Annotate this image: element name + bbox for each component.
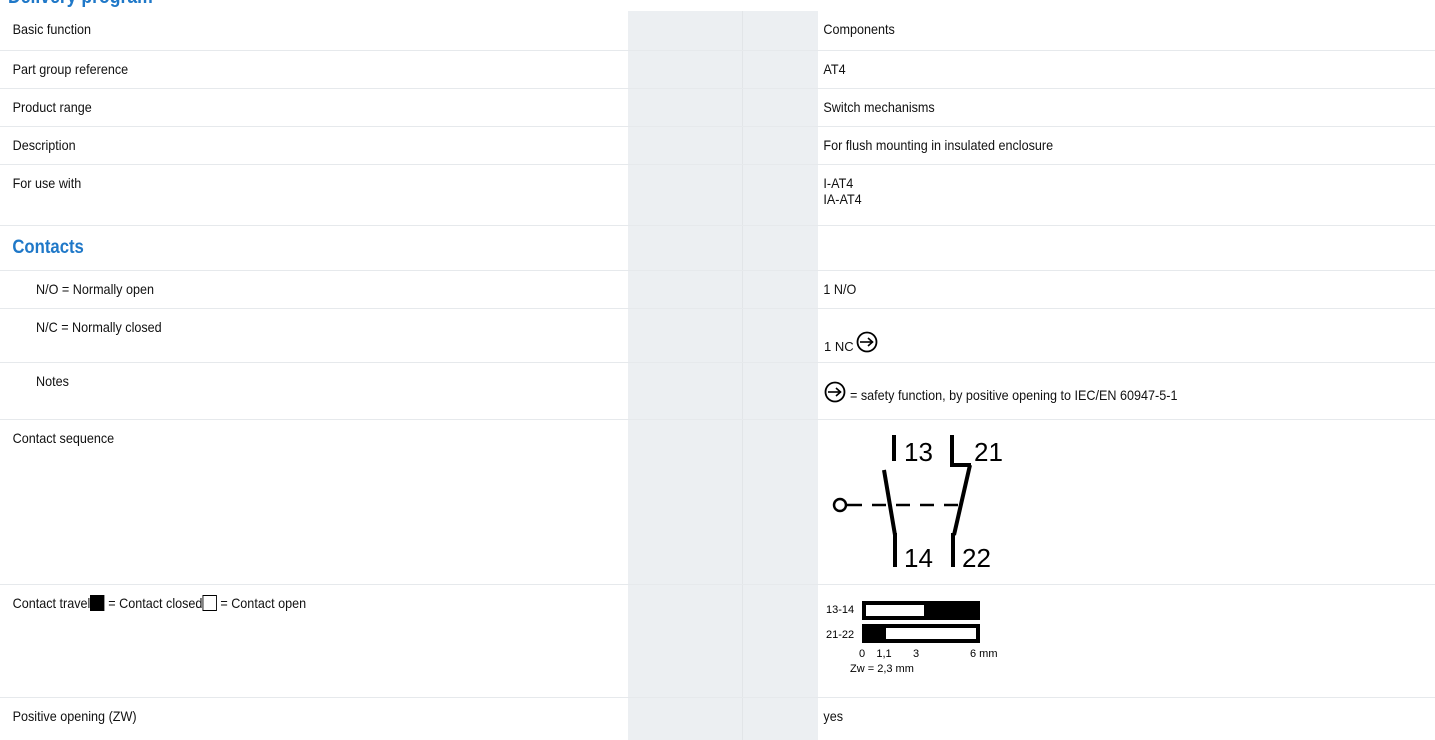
row-label-normally-closed: N/C = Normally closed: [36, 318, 162, 335]
travel-row-21-22: 21-22: [826, 629, 854, 641]
table-row: N/O = Normally open 1 N/O: [0, 270, 1435, 309]
scale-1-1: 1,1: [876, 648, 891, 660]
row-label-normally-open: N/O = Normally open: [36, 280, 154, 297]
page-header: Delivery program: [8, 0, 153, 8]
contact-sequence-diagram: 13 21 14 22: [832, 434, 1003, 573]
scale-6mm: 6 mm: [970, 648, 998, 660]
row-value-product-range: Switch mechanisms: [823, 98, 935, 115]
row-label-description: Description: [12, 136, 76, 153]
row-label-basic-function: Basic function: [12, 21, 92, 37]
positive-opening-icon: [824, 381, 846, 402]
contact-closed-label: = Contact closed: [108, 594, 203, 611]
contact-closed-swatch: [90, 594, 105, 611]
table-row: N/C = Normally closed 1 NC: [0, 308, 1435, 363]
travel-row-13-14: 13-14: [826, 604, 854, 616]
table-row: Contacts: [0, 225, 1435, 271]
positive-opening-icon: [856, 331, 878, 352]
contact-travel-diagram: 13-14 21-22 0 1,1 3 6 mm Zw = 2,3 mm: [826, 600, 998, 675]
zw-value: Zw = 2,3 mm: [850, 663, 914, 675]
contact-open-swatch: [202, 594, 217, 611]
row-label-contact-travel: Contact travel = Contact closed = Contac…: [0, 585, 565, 611]
contact-open-label: = Contact open: [220, 594, 307, 611]
table-row: Product range Switch mechanisms: [0, 88, 1435, 127]
row-value-for-use-with-1: I-AT4: [823, 174, 854, 191]
row-value-description: For flush mounting in insulated enclosur…: [823, 136, 1054, 153]
scale-0: 0: [859, 648, 865, 660]
table-row: Contact sequence 13 21 14 22: [0, 419, 1435, 585]
row-value-normally-open: 1 N/O: [823, 280, 857, 297]
table-row: For use with I-AT4 IA-AT4: [0, 164, 1435, 226]
terminal-22: 22: [962, 543, 991, 573]
table-row: Part group reference AT4: [0, 50, 1435, 89]
row-label-part-group: Part group reference: [12, 60, 129, 77]
table-row: Notes = safety function, by positive ope…: [0, 362, 1435, 420]
row-value-normally-closed: 1 NC: [824, 338, 854, 354]
row-value-part-group: AT4: [823, 60, 846, 77]
table-row: Basic function Components: [0, 11, 1435, 51]
row-label-contact-sequence: Contact sequence: [12, 429, 115, 446]
terminal-14: 14: [904, 543, 933, 573]
terminal-21: 21: [974, 437, 1003, 467]
row-value-notes: = safety function, by positive opening t…: [850, 386, 1178, 403]
terminal-13: 13: [904, 437, 933, 467]
table-row: Positive opening (ZW) yes: [0, 697, 1435, 733]
row-label-product-range: Product range: [12, 98, 92, 115]
section-heading-contacts: Contacts: [12, 236, 84, 258]
spec-table: Basic function Components Part group ref…: [0, 11, 1435, 733]
contact-travel-label: Contact travel: [12, 594, 91, 611]
row-label-notes: Notes: [36, 372, 69, 389]
table-row: Contact travel = Contact closed = Contac…: [0, 584, 1435, 698]
table-row: Description For flush mounting in insula…: [0, 126, 1435, 165]
row-value-positive-opening: yes: [823, 707, 844, 724]
row-label-positive-opening: Positive opening (ZW): [12, 707, 137, 724]
row-value-for-use-with-2: IA-AT4: [823, 190, 862, 207]
scale-3: 3: [913, 648, 919, 660]
row-label-for-use-with: For use with: [12, 174, 82, 191]
row-value-basic-function: Components: [823, 21, 895, 37]
